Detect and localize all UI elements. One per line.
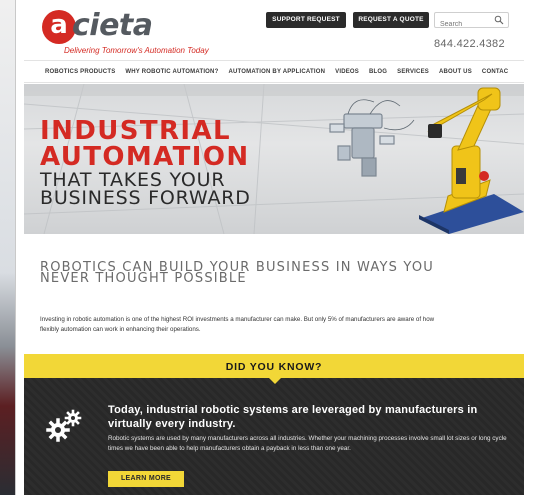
nav-item-about-us[interactable]: ABOUT US [434, 69, 477, 75]
did-you-know-headline: Today, industrial robotic systems are le… [108, 404, 478, 430]
request-quote-button[interactable]: REQUEST A QUOTE [353, 12, 429, 28]
site-logo[interactable]: a cieta Delivering Tomorrow's Automation… [42, 8, 209, 55]
support-request-button[interactable]: SUPPORT REQUEST [266, 12, 346, 28]
did-you-know-title: DID YOU KNOW? [225, 361, 323, 373]
search-input[interactable] [435, 17, 490, 32]
section-body-text: Investing in robotic automation is one o… [40, 316, 435, 333]
logo-tagline: Delivering Tomorrow's Automation Today [64, 46, 209, 55]
hero-title-line-2: AUTOMATION [40, 142, 250, 172]
nav-item-why-robotic-automation[interactable]: WHY ROBOTIC AUTOMATION? [120, 69, 223, 75]
hero-banner: INDUSTRIAL AUTOMATION THAT TAKES YOUR BU… [24, 84, 524, 234]
did-you-know-body: Robotic systems are used by many manufac… [108, 435, 507, 452]
did-you-know-banner: DID YOU KNOW? [24, 354, 524, 378]
window-left-edge [0, 0, 16, 495]
logo-mark: a [42, 10, 76, 44]
nav-item-automation-by-application[interactable]: AUTOMATION BY APPLICATION [223, 69, 330, 75]
nav-item-services[interactable]: SERVICES [392, 69, 434, 75]
gears-icon [46, 409, 82, 442]
hero-subtitle-line-2: BUSINESS FORWARD [40, 187, 251, 209]
search-icon[interactable] [494, 15, 504, 25]
section-heading: ROBOTICS CAN BUILD YOUR BUSINESS IN WAYS… [40, 260, 434, 286]
learn-more-button[interactable]: LEARN MORE [108, 471, 184, 487]
phone-number[interactable]: 844.422.4382 [434, 38, 505, 50]
main-nav: ROBOTICS PRODUCTS WHY ROBOTIC AUTOMATION… [24, 60, 524, 83]
nav-item-videos[interactable]: VIDEOS [330, 69, 364, 75]
page: a cieta Delivering Tomorrow's Automation… [24, 0, 524, 495]
banner-pointer [268, 377, 282, 384]
search-box[interactable] [434, 12, 509, 32]
logo-wordmark: cieta [72, 8, 153, 43]
nav-item-contact[interactable]: CONTAC [477, 69, 513, 75]
nav-item-blog[interactable]: BLOG [364, 69, 392, 75]
industrial-robot-image [329, 87, 524, 234]
nav-item-robotics-products[interactable]: ROBOTICS PRODUCTS [24, 69, 120, 75]
